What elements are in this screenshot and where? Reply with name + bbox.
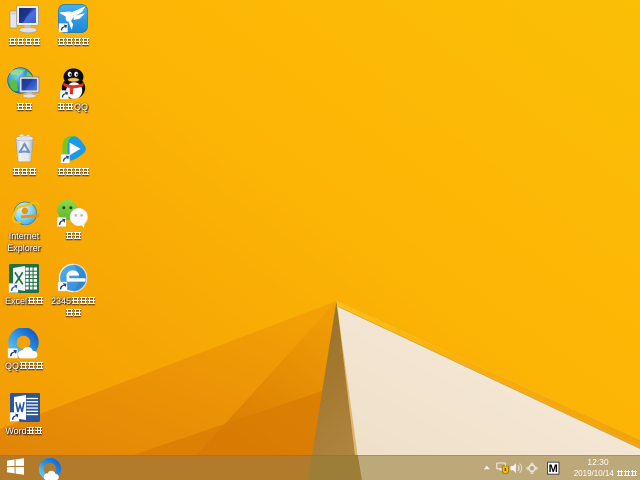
svg-text:M: M: [549, 463, 558, 475]
